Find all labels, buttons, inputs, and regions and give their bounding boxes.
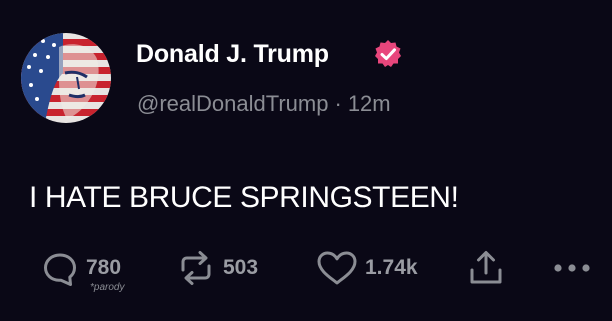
- reply-bubble-icon: [44, 253, 76, 286]
- handle-line: @realDonaldTrump · 12m: [137, 91, 391, 117]
- more-dots-icon: [554, 264, 590, 272]
- avatar[interactable]: [21, 33, 111, 123]
- share-upload-icon: [470, 251, 502, 284]
- share-button[interactable]: [466, 248, 506, 288]
- more-options-button[interactable]: [552, 248, 592, 288]
- heart-icon: [317, 251, 357, 285]
- repost-count: 503: [223, 256, 259, 279]
- reply-count: 780: [86, 256, 122, 279]
- parody-label: *parody: [90, 282, 125, 293]
- handle-separator: ·: [334, 91, 342, 116]
- author-handle[interactable]: @realDonaldTrump: [137, 91, 328, 116]
- repost-arrows-icon: [181, 251, 211, 285]
- display-name[interactable]: Donald J. Trump: [136, 40, 329, 69]
- post-card: Donald J. Trump @realDonaldTrump · 12m I H…: [0, 0, 612, 321]
- post-timestamp[interactable]: 12m: [348, 91, 391, 116]
- post-text: I HATE BRUCE SPRINGSTEEN!: [29, 181, 459, 214]
- like-count: 1.74k: [365, 256, 418, 279]
- repost-button[interactable]: 503: [175, 248, 258, 288]
- like-button[interactable]: 1.74k: [315, 248, 418, 288]
- verified-badge-icon: [375, 40, 401, 67]
- avatar-flag-portrait-image: [21, 33, 111, 123]
